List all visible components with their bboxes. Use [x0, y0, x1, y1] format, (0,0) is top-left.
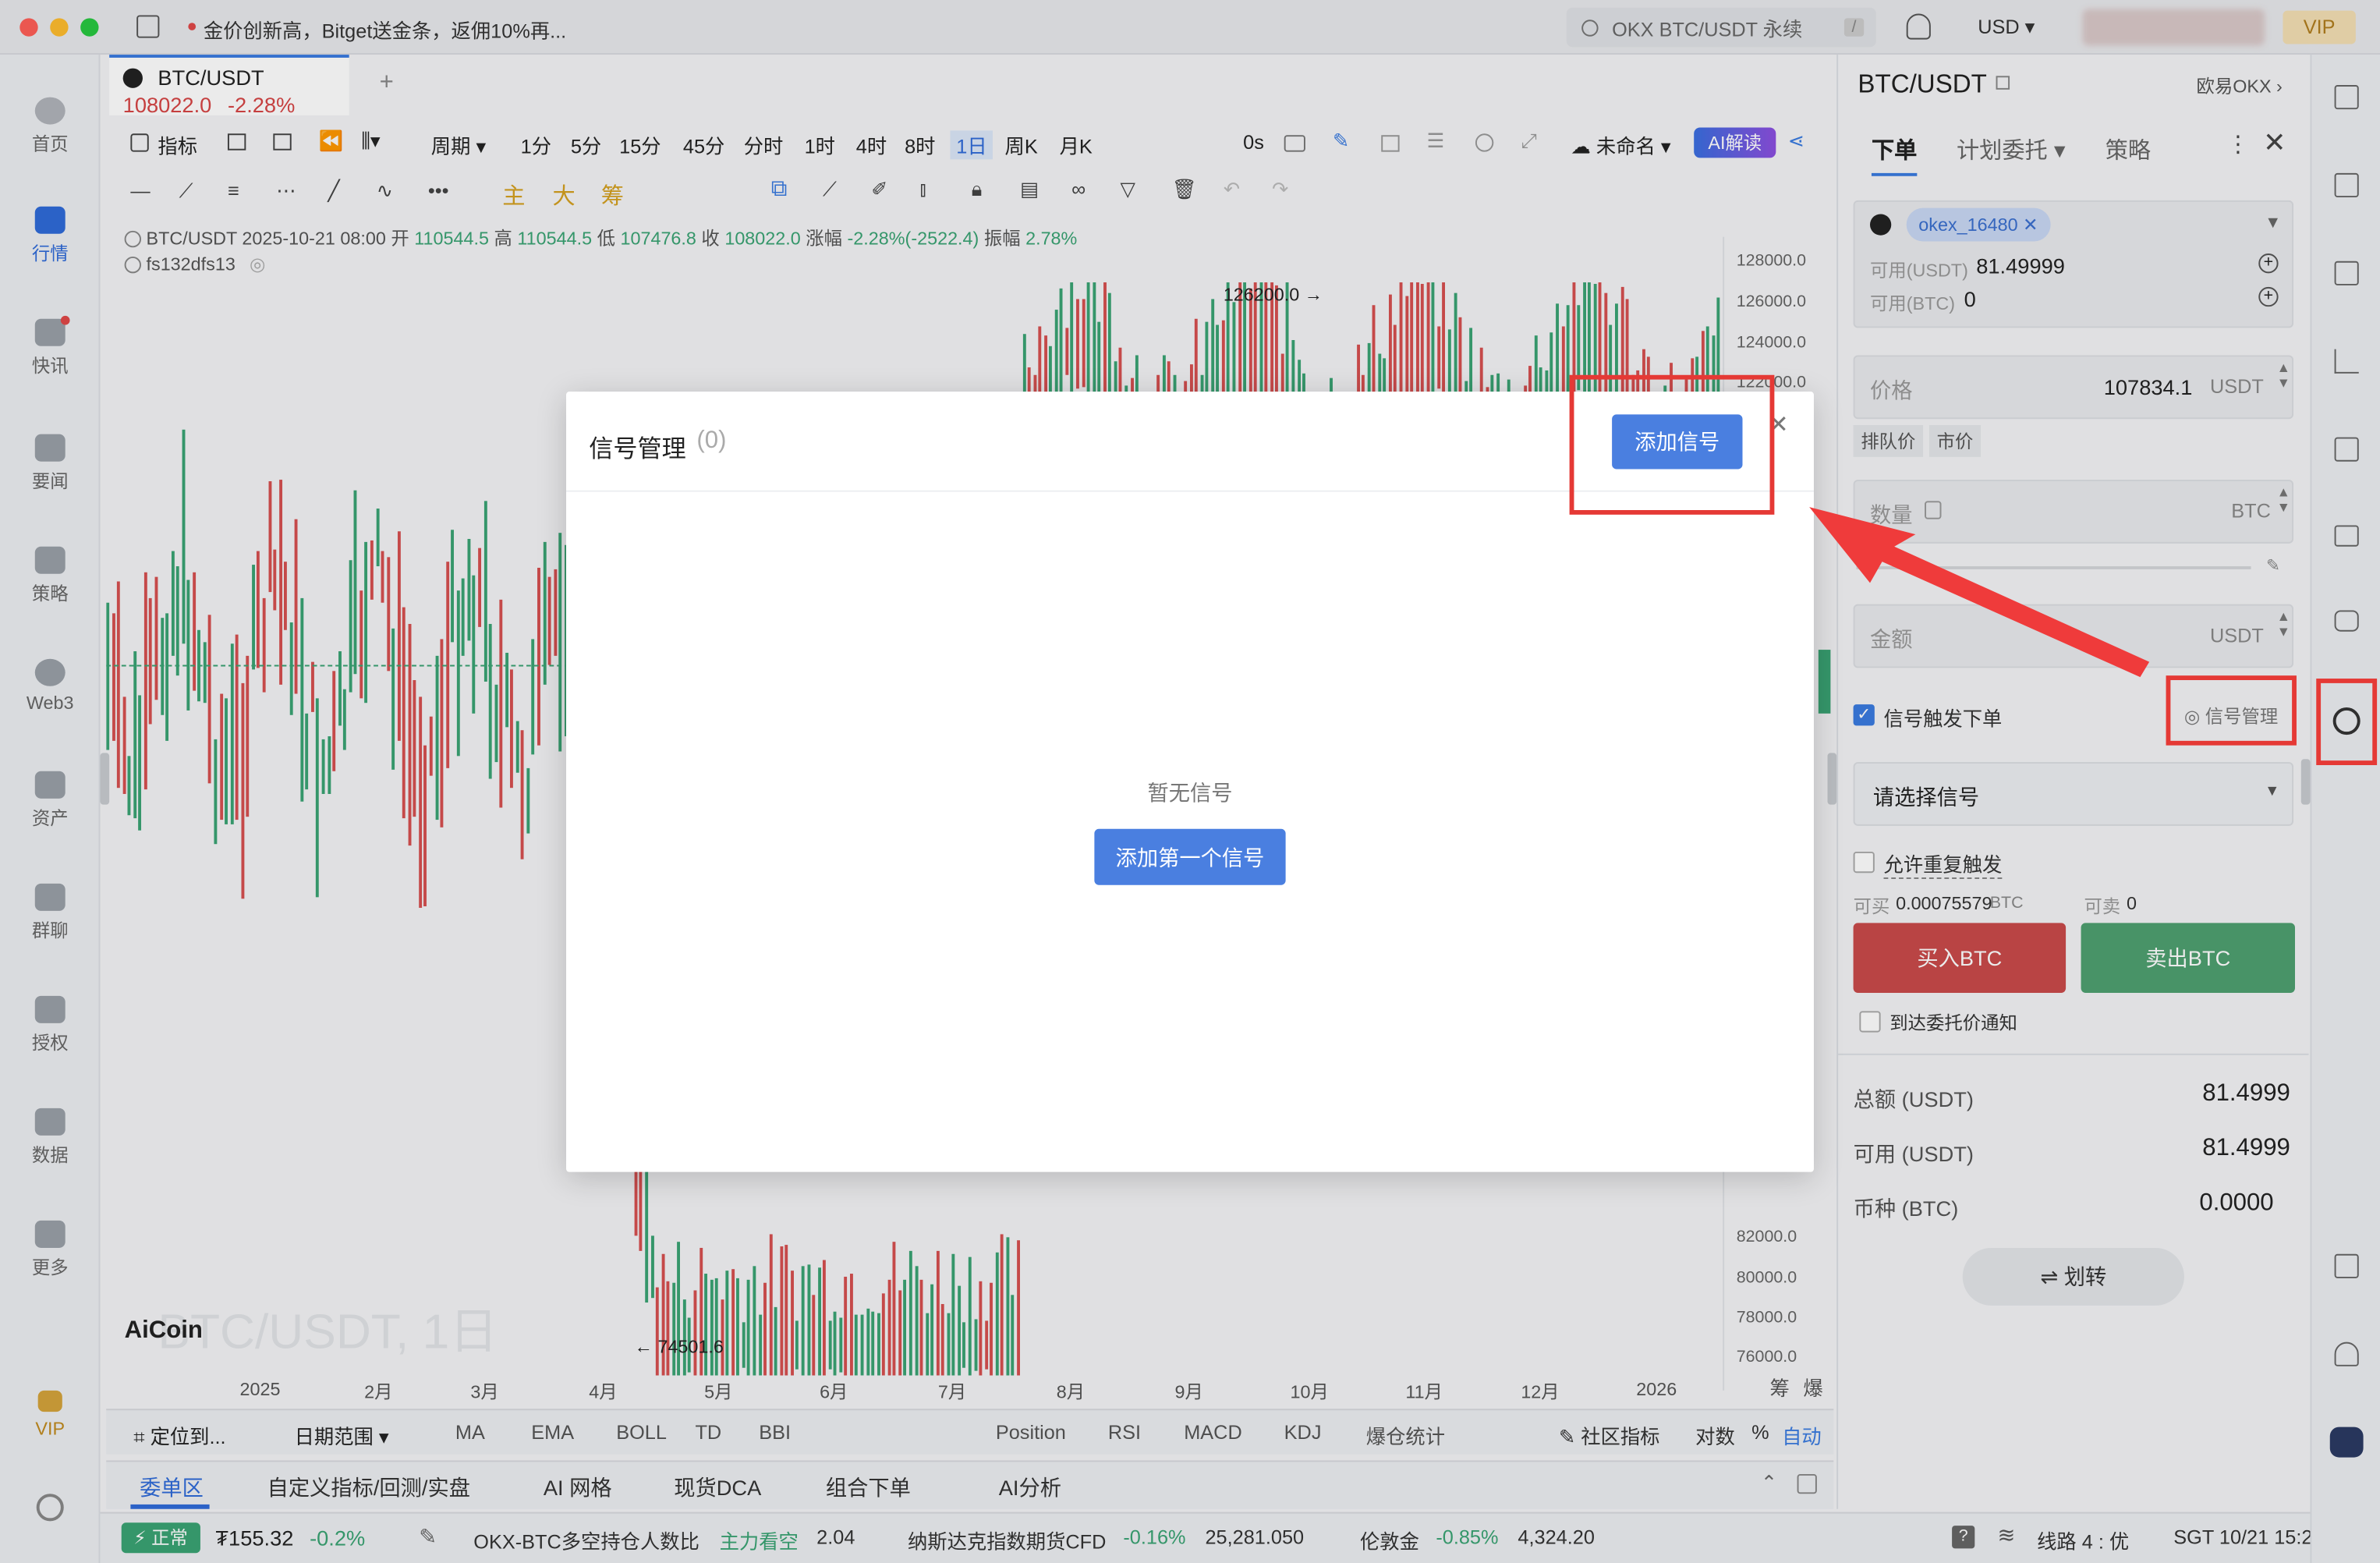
highlight-signal-manage	[2166, 675, 2297, 746]
arrow-annotation	[1809, 507, 2150, 678]
empty-state-text: 暂无信号	[1147, 780, 1233, 805]
dialog-count: (0)	[696, 427, 727, 454]
highlight-right-signal-icon	[2316, 679, 2378, 766]
dialog-title: 信号管理	[589, 437, 686, 463]
highlight-add-signal	[1569, 374, 1775, 515]
add-first-signal-button[interactable]: 添加第一个信号	[1094, 828, 1286, 885]
